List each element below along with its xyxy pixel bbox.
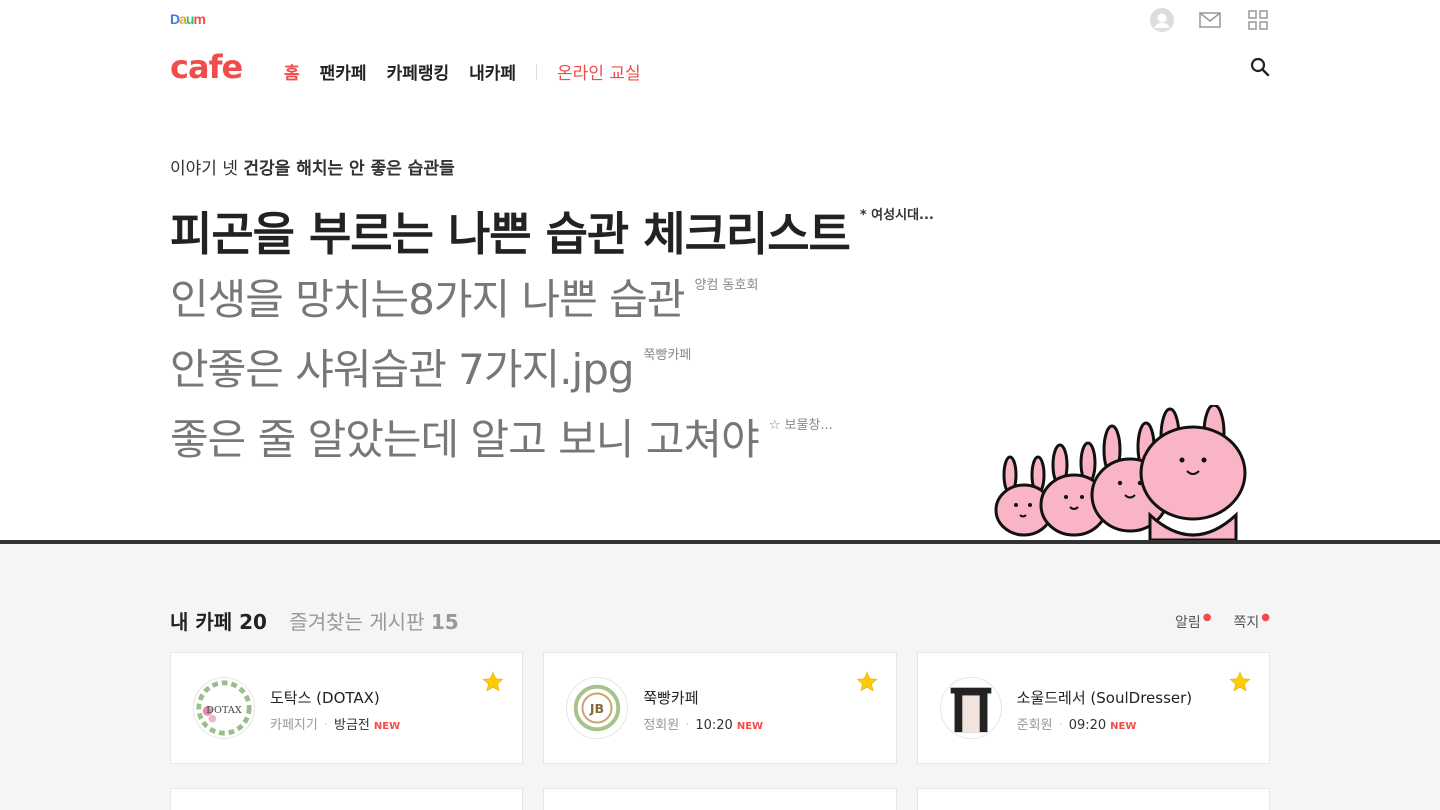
cafe-name[interactable]: 도탁스 (DOTAX) xyxy=(270,687,380,708)
favorite-boards-tab[interactable]: 즐겨찾는 게시판 15 xyxy=(289,610,458,634)
headline-link[interactable]: 안좋은 샤워습관 7가지.jpg 쭉빵카페 xyxy=(170,336,691,397)
cafe-meta: 카페지기 · 방금전 NEW xyxy=(270,714,400,733)
cafe-meta: 준회원 · 09:20 NEW xyxy=(1017,714,1137,733)
star-icon[interactable] xyxy=(482,671,504,697)
meta-separator: · xyxy=(323,718,328,733)
nav-item-fancafe[interactable]: 팬카페 xyxy=(320,59,367,84)
cafe-card[interactable] xyxy=(543,788,897,810)
headline-source[interactable]: ☆ 보물창... xyxy=(769,418,833,433)
headline-link[interactable]: 좋은 줄 알았는데 알고 보니 고쳐야 ☆ 보물창... xyxy=(170,406,833,467)
nav-item-home[interactable]: 홈 xyxy=(284,59,300,84)
headline-source[interactable]: 쭉빵카페 xyxy=(644,348,692,363)
story-prefix: 이야기 넷 xyxy=(170,159,238,179)
favorite-boards-count: 15 xyxy=(430,610,459,634)
apps-grid-icon[interactable] xyxy=(1246,8,1270,32)
cafe-thumbnail[interactable]: DOTAX xyxy=(193,677,255,739)
favorite-boards-label: 즐겨찾는 게시판 xyxy=(289,610,425,634)
my-cafe-section: 내 카페 20 즐겨찾는 게시판 15 알림 ● 쪽지 ● DOTAX 도탁스 (D… xyxy=(0,544,1440,810)
updated-time: 10:20 xyxy=(695,718,733,733)
headline-source[interactable]: 양컴 동호회 xyxy=(694,278,758,293)
top-icons xyxy=(1150,8,1270,32)
thumb-text: DOTAX xyxy=(206,705,242,716)
nav-item-ranking[interactable]: 카페랭킹 xyxy=(387,59,450,84)
message-link[interactable]: 쪽지 ● xyxy=(1234,612,1271,632)
hero-section: 이야기 넷 건강을 해치는 안 좋은 습관들 피곤을 부르는 나쁜 습관 체크리… xyxy=(0,100,1440,540)
star-icon[interactable] xyxy=(856,671,878,697)
headline-text[interactable]: 안좋은 샤워습관 7가지.jpg xyxy=(170,345,635,394)
nav-item-mycafe[interactable]: 내카페 xyxy=(469,59,516,84)
story-heading: 이야기 넷 건강을 해치는 안 좋은 습관들 xyxy=(170,154,455,179)
updated-time: 09:20 xyxy=(1068,718,1107,733)
search-icon[interactable] xyxy=(1250,57,1270,81)
headline-link[interactable]: 인생을 망치는8가지 나쁜 습관 양컴 동호회 xyxy=(170,266,758,327)
user-avatar-icon[interactable] xyxy=(1150,8,1174,32)
meta-separator: · xyxy=(1058,718,1063,733)
my-cafe-title[interactable]: 내 카페 20 xyxy=(170,610,267,634)
new-badge: NEW xyxy=(373,721,401,732)
message-label: 쪽지 xyxy=(1233,615,1260,631)
member-role: 정회원 xyxy=(643,718,680,733)
member-role: 카페지기 xyxy=(270,718,318,733)
nav-divider xyxy=(536,63,538,80)
new-badge: NEW xyxy=(736,721,764,732)
cafe-name[interactable]: 쭉빵카페 xyxy=(643,687,698,708)
cafe-card[interactable] xyxy=(170,788,524,810)
rabbits-illustration xyxy=(994,405,1247,540)
cafe-card-list: DOTAX 도탁스 (DOTAX) 카페지기·방금전NEW JB 쭉빵카페 xyxy=(170,652,1270,764)
alert-dot-icon: ● xyxy=(1202,612,1212,623)
alert-link[interactable]: 알림 ● xyxy=(1175,612,1212,632)
headline-link[interactable]: 피곤을 부르는 나쁜 습관 체크리스트 * 여성시대... xyxy=(170,198,934,264)
headline-text[interactable]: 좋은 줄 알았는데 알고 보니 고쳐야 xyxy=(170,415,760,464)
cafe-card-list-next-row xyxy=(170,788,1270,810)
nav-menu: 홈 팬카페 카페랭킹 내카페 온라인 교실 xyxy=(284,59,661,84)
alerts-area: 알림 ● 쪽지 ● xyxy=(1175,612,1270,632)
new-badge: NEW xyxy=(1110,721,1137,732)
cafe-name[interactable]: 소울드레서 (SoulDresser) xyxy=(1017,687,1193,708)
cafe-meta: 정회원 · 10:20 NEW xyxy=(643,714,763,733)
story-title[interactable]: 건강을 해치는 안 좋은 습관들 xyxy=(243,159,454,179)
headline-text[interactable]: 인생을 망치는8가지 나쁜 습관 xyxy=(170,275,685,324)
meta-separator: · xyxy=(685,718,690,733)
thumb-text: JB xyxy=(589,701,604,716)
alert-label: 알림 xyxy=(1175,615,1201,631)
main-nav: cafe 홈 팬카페 카페랭킹 내카페 온라인 교실 xyxy=(170,48,1270,92)
cafe-thumbnail[interactable] xyxy=(939,677,1002,739)
cafe-card[interactable]: DOTAX 도탁스 (DOTAX) 카페지기 · 방금전 NEW xyxy=(170,652,524,764)
cafe-card[interactable]: JB 쭉빵카페 정회원 · 10:20 NEW xyxy=(543,652,897,764)
mail-icon[interactable] xyxy=(1198,8,1222,32)
message-dot-icon: ● xyxy=(1261,612,1270,623)
headline-text[interactable]: 피곤을 부르는 나쁜 습관 체크리스트 xyxy=(170,207,851,261)
my-cafe-header: 내 카페 20 즐겨찾는 게시판 15 xyxy=(170,606,459,635)
headline-source[interactable]: * 여성시대... xyxy=(860,208,934,223)
cafe-card[interactable]: 소울드레서 (SoulDresser) 준회원 · 09:20 NEW xyxy=(916,652,1270,764)
updated-time: 방금전 xyxy=(333,718,370,733)
cafe-thumbnail[interactable]: JB xyxy=(566,677,629,739)
cafe-card[interactable] xyxy=(916,788,1270,810)
top-bar: Daum xyxy=(170,0,1270,40)
star-icon[interactable] xyxy=(1229,671,1251,697)
member-role: 준회원 xyxy=(1016,718,1053,733)
nav-item-online-class[interactable]: 온라인 교실 xyxy=(557,59,641,84)
cafe-logo[interactable]: cafe xyxy=(170,48,243,86)
daum-logo[interactable]: Daum xyxy=(170,11,206,27)
